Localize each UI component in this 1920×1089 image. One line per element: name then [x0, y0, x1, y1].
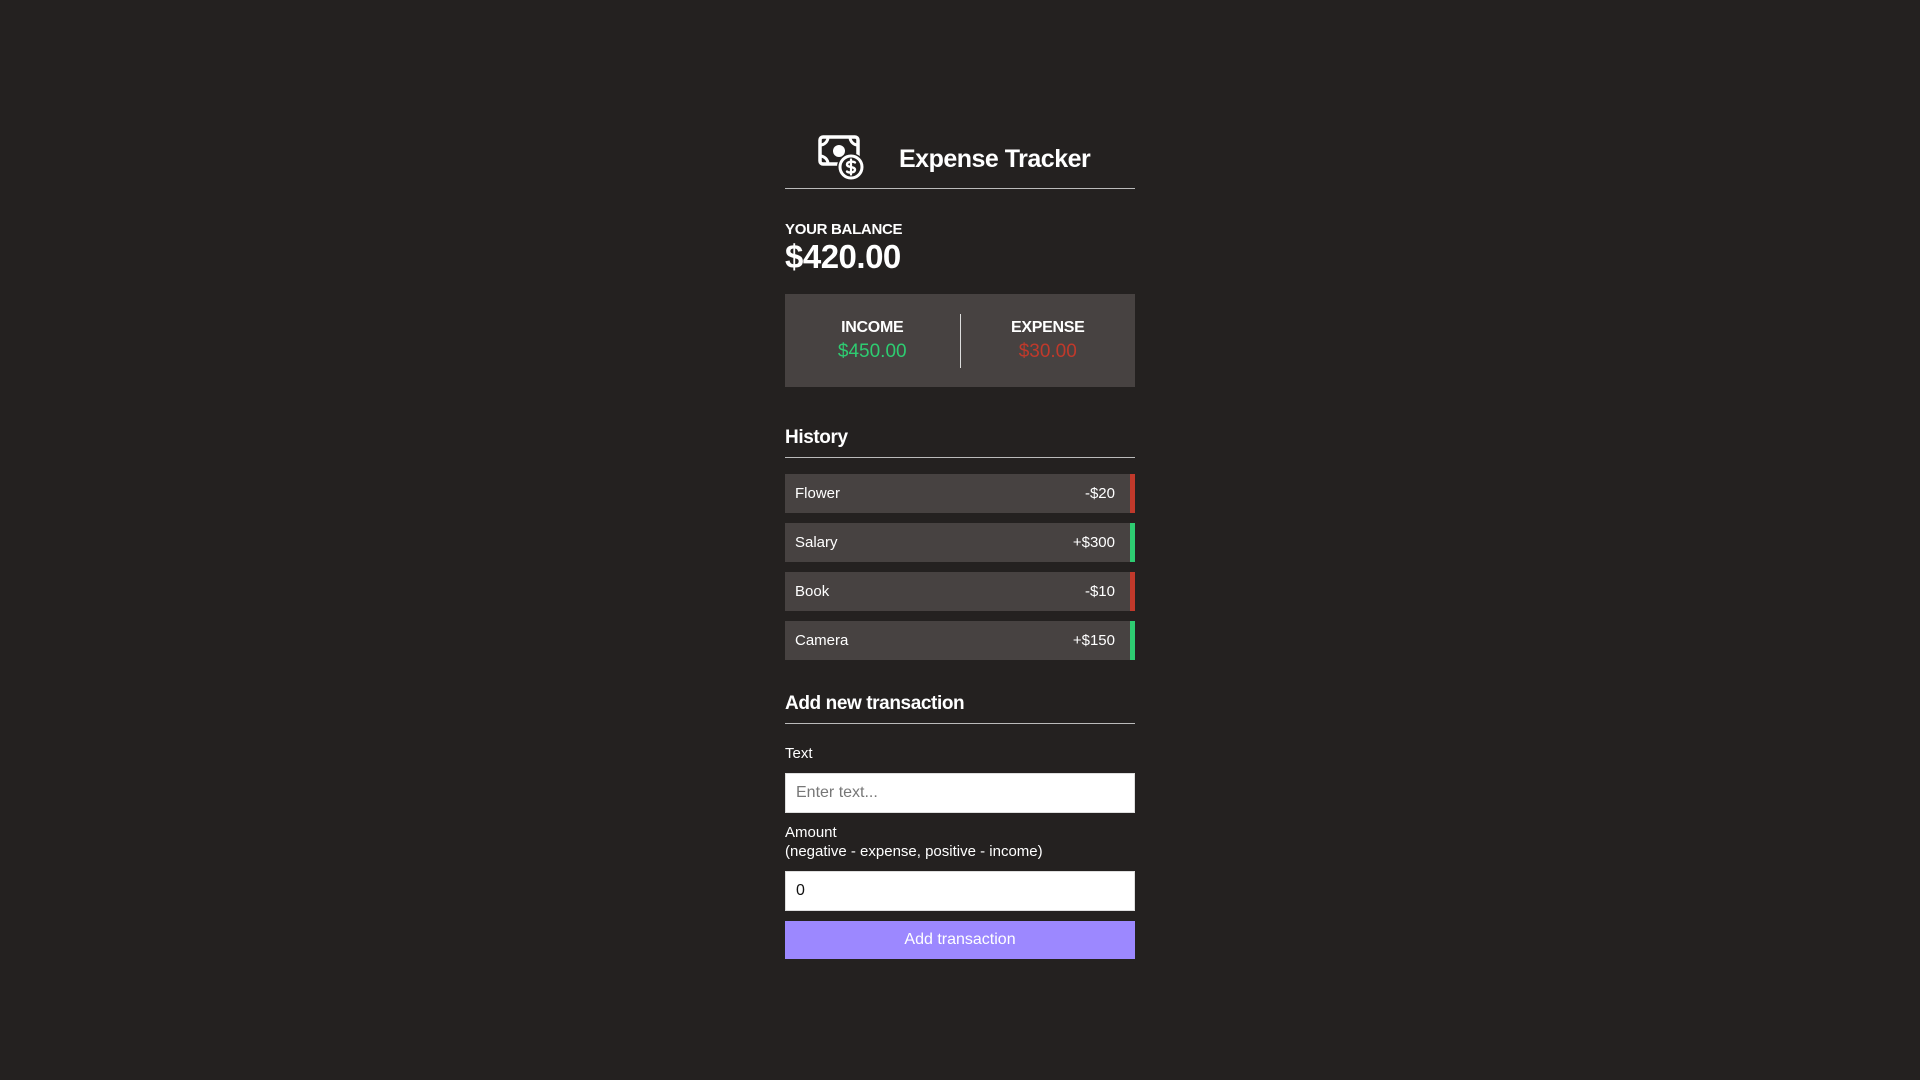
history-title: History — [785, 427, 1135, 458]
amount-input[interactable] — [785, 871, 1135, 911]
history-item-amount: +$300 — [1072, 534, 1115, 551]
app-title: Expense Tracker — [899, 144, 1091, 173]
income-label: INCOME — [841, 318, 904, 336]
history-item-text: Salary — [795, 534, 838, 551]
history-item[interactable]: Camera +$150 — [785, 621, 1135, 660]
income-value: $450.00 — [837, 340, 907, 362]
text-field-label: Text — [785, 745, 813, 762]
amount-label-text: Amount — [785, 824, 837, 841]
history-list: Flower -$20 Salary +$300 Book -$10 Camer… — [785, 474, 1135, 660]
history-item-amount: +$150 — [1072, 632, 1115, 649]
money-bill-dollar-icon — [818, 135, 865, 181]
amount-field-label: Amount (negative - expense, positive - i… — [785, 823, 1135, 861]
expense-value: $30.00 — [1018, 340, 1077, 362]
income-expense-summary: INCOME $450.00 EXPENSE $30.00 — [785, 294, 1135, 387]
expense-label: EXPENSE — [1011, 318, 1085, 336]
history-item-amount: -$10 — [1084, 583, 1115, 600]
balance-value: $420.00 — [785, 238, 901, 275]
add-transaction-button[interactable]: Add transaction — [785, 921, 1135, 959]
income-summary: INCOME $450.00 — [785, 319, 960, 363]
balance-label: YOUR BALANCE — [785, 221, 903, 238]
expense-summary: EXPENSE $30.00 — [961, 319, 1136, 363]
history-item[interactable]: Salary +$300 — [785, 523, 1135, 562]
history-item[interactable]: Flower -$20 — [785, 474, 1135, 513]
amount-hint-text: (negative - expense, positive - income) — [785, 843, 1043, 860]
expense-tracker-container: Expense Tracker YOUR BALANCE $420.00 INC… — [785, 130, 1135, 959]
add-transaction-form: Text Amount (negative - expense, positiv… — [785, 744, 1135, 959]
history-item-amount: -$20 — [1084, 485, 1115, 502]
add-transaction-title: Add new transaction — [785, 693, 1135, 724]
text-input[interactable] — [785, 773, 1135, 813]
app-header: Expense Tracker — [785, 130, 1135, 189]
history-item-text: Book — [795, 583, 830, 600]
history-item[interactable]: Book -$10 — [785, 572, 1135, 611]
app-page: Expense Tracker YOUR BALANCE $420.00 INC… — [0, 0, 1920, 1080]
history-item-text: Camera — [795, 632, 849, 649]
history-item-text: Flower — [795, 485, 841, 502]
